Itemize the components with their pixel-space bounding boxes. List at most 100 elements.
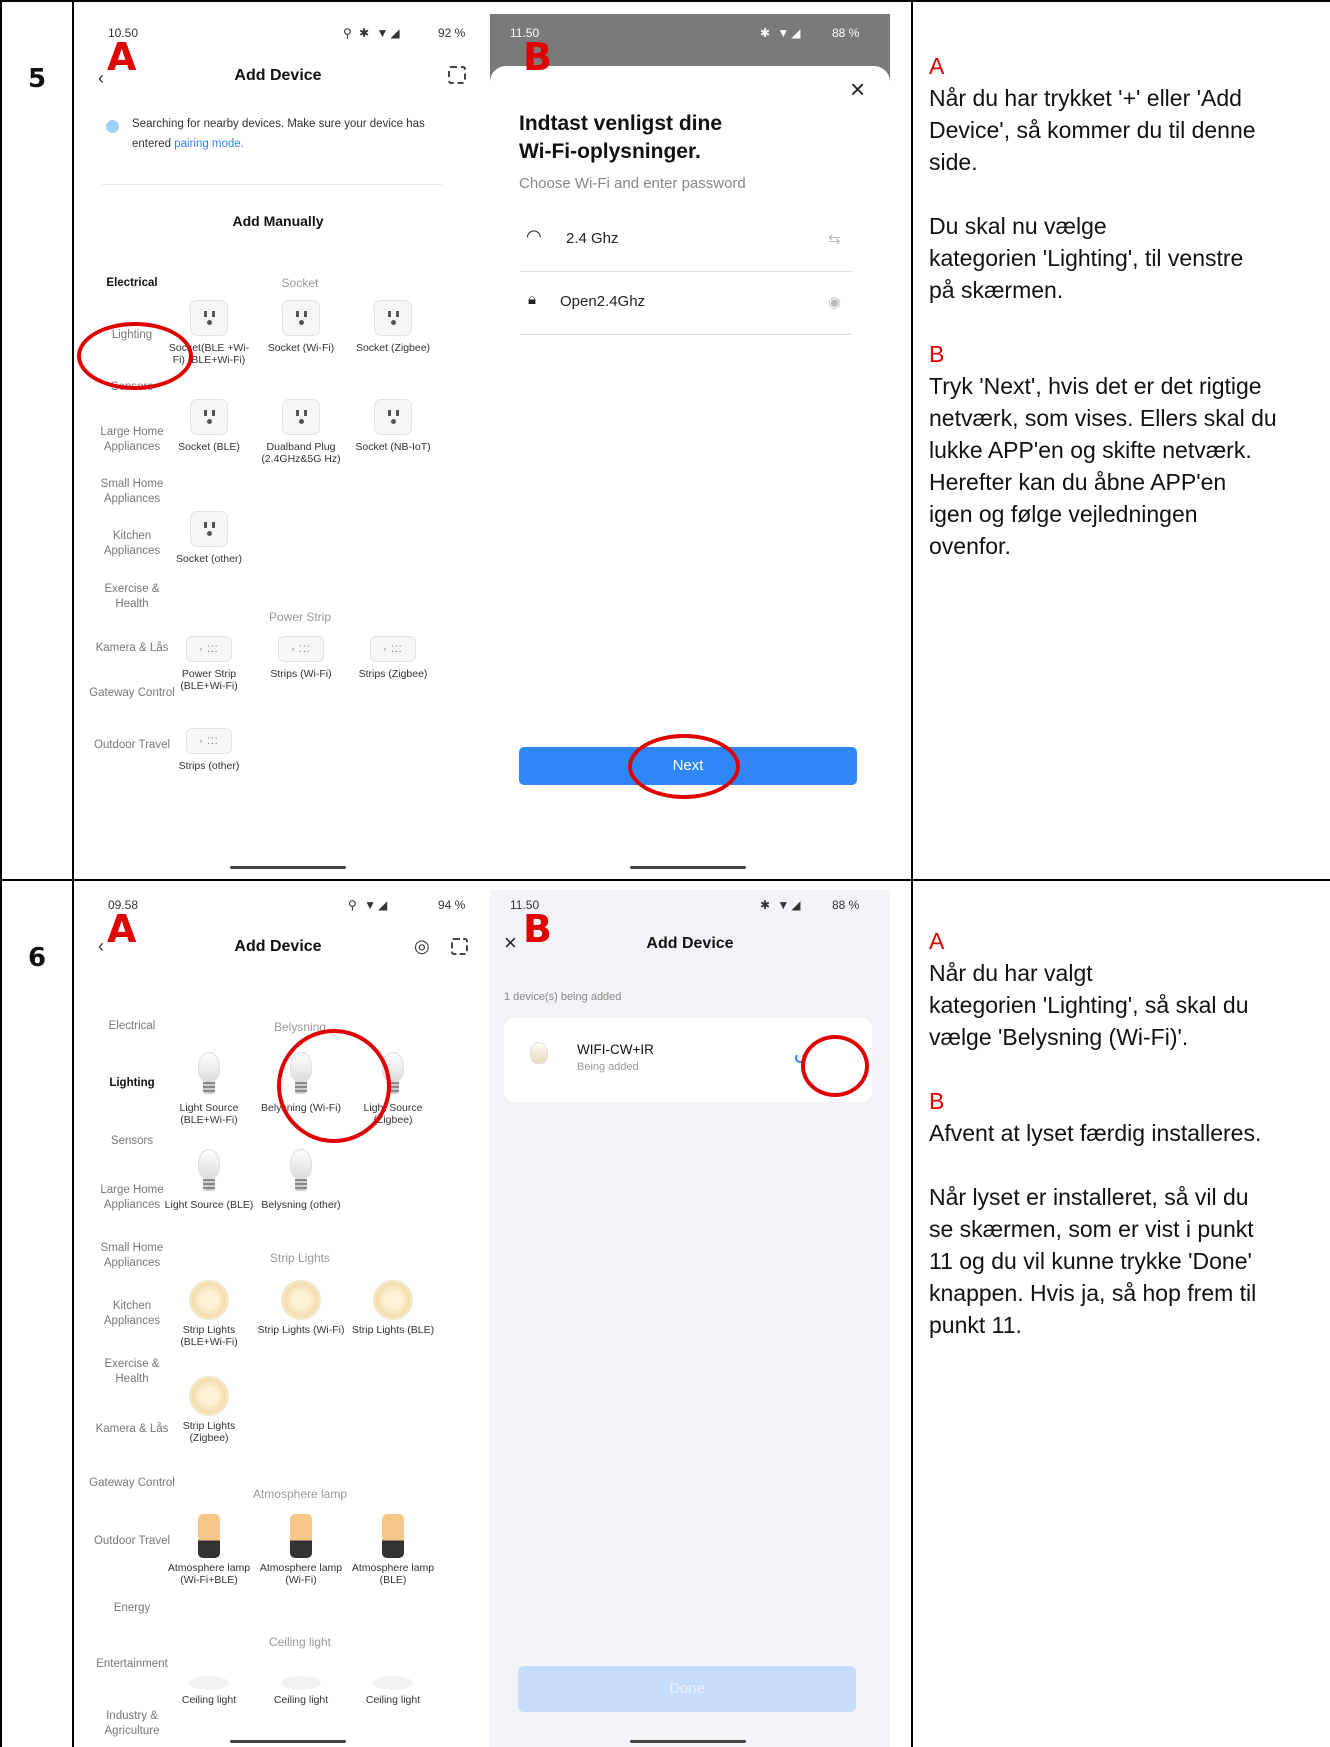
category-gateway[interactable]: Gateway Control <box>88 1476 176 1491</box>
label-a: A <box>107 35 137 79</box>
note-text: Når lyset er installeret, så vil du <box>929 1184 1249 1210</box>
home-indicator <box>230 866 346 869</box>
category-sensors[interactable]: Sensors <box>88 1134 176 1149</box>
category-kamera[interactable]: Kamera & Lås <box>88 641 176 656</box>
category-exercise[interactable]: Exercise & Health <box>88 582 176 612</box>
screenshot-add-device-lighting: 09.58 ⚲ ▼◢ 94 % ‹ Add Device ◎ Electrica… <box>88 890 488 1747</box>
category-large-home[interactable]: Large Home Appliances <box>88 1183 176 1213</box>
step-number: 6 <box>28 943 47 973</box>
device-item[interactable]: ◦ ⁚⁚⁚ Power Strip (BLE+Wi-Fi) <box>164 636 254 692</box>
status-icons: ✱ ▼◢ <box>760 26 803 40</box>
page-title: Add Device <box>234 938 322 955</box>
status-battery: 92 % <box>438 26 466 40</box>
power-strip-icon: ◦ ⁚⁚⁚ <box>370 636 416 662</box>
category-exercise[interactable]: Exercise & Health <box>88 1357 176 1387</box>
device-item[interactable]: Light Source (BLE+Wi-Fi) <box>164 1050 254 1126</box>
wifi-network-field[interactable]: ◠ 2.4 Ghz ⇆ <box>520 222 852 272</box>
switch-network-icon[interactable]: ⇆ <box>828 230 841 248</box>
device-item[interactable]: Atmosphere lamp (Wi-Fi+BLE) <box>164 1514 254 1586</box>
device-item[interactable]: ◦ ⁚⁚⁚ Strips (Zigbee) <box>348 636 438 680</box>
category-large-home[interactable]: Large Home Appliances <box>88 425 176 455</box>
adding-count: 1 device(s) being added <box>504 991 622 1003</box>
back-icon[interactable]: ‹ <box>98 936 104 957</box>
category-lighting[interactable]: Lighting <box>88 1076 176 1091</box>
device-item[interactable]: Atmosphere lamp (BLE) <box>348 1514 438 1586</box>
device-item[interactable]: Belysning (other) <box>256 1147 346 1211</box>
status-icons: ⚲ ▼◢ <box>348 898 390 912</box>
target-icon[interactable]: ◎ <box>414 936 430 957</box>
step-number: 5 <box>28 64 47 94</box>
device-item[interactable]: Strip Lights (Zigbee) <box>164 1376 254 1444</box>
light-bulb-icon <box>279 1147 323 1195</box>
category-kitchen[interactable]: Kitchen Appliances <box>88 529 176 559</box>
category-outdoor[interactable]: Outdoor Travel <box>88 1534 176 1549</box>
device-item[interactable]: Ceiling light <box>256 1658 346 1706</box>
label-b: B <box>523 35 552 79</box>
device-item[interactable]: Ceiling light <box>348 1658 438 1706</box>
wifi-network-value: 2.4 Ghz <box>566 230 619 247</box>
note-text: på skærmen. <box>929 277 1064 303</box>
device-item[interactable]: Light Source (BLE) <box>164 1147 254 1211</box>
category-kamera[interactable]: Kamera & Lås <box>88 1422 176 1437</box>
category-electrical[interactable]: Electrical <box>88 1019 176 1034</box>
device-item[interactable]: Socket (NB-IoT) <box>348 399 438 453</box>
ceiling-light-icon <box>373 1676 413 1690</box>
device-item[interactable]: Dualband Plug (2.4GHz&5G Hz) <box>256 399 346 465</box>
device-item[interactable]: ◦ ⁚⁚⁚ Strips (other) <box>164 728 254 772</box>
device-item[interactable]: Strip Lights (Wi-Fi) <box>256 1280 346 1336</box>
row5-notes: A Når du har trykket '+' eller 'Add Devi… <box>929 50 1277 562</box>
section-ceiling: Ceiling light <box>268 1635 332 1649</box>
section-socket: Socket <box>281 276 319 290</box>
note-text: lukke APP'en og skifte netværk. <box>929 437 1252 463</box>
device-item[interactable]: Strip Lights (BLE) <box>348 1280 438 1336</box>
strip-light-icon <box>189 1280 229 1320</box>
page-title: Add Device <box>234 67 322 84</box>
atmosphere-lamp-icon <box>382 1514 404 1558</box>
highlight-circle <box>628 734 740 799</box>
device-status: Being added <box>577 1061 639 1073</box>
scan-icon[interactable] <box>451 938 468 955</box>
ceiling-light-icon <box>189 1676 229 1690</box>
socket-icon <box>282 399 320 435</box>
back-icon[interactable]: ‹ <box>98 68 104 89</box>
device-item[interactable]: ◦ ⁚⁚⁚ Strips (Wi-Fi) <box>256 636 346 680</box>
password-value: Open2.4Ghz <box>560 293 646 310</box>
done-button[interactable]: Done <box>518 1666 856 1712</box>
device-item[interactable]: Socket (Wi-Fi) <box>256 300 346 354</box>
category-gateway[interactable]: Gateway Control <box>88 686 176 701</box>
section-power-strip: Power Strip <box>268 610 332 624</box>
note-text: Herefter kan du åbne APP'en <box>929 469 1227 495</box>
close-icon[interactable]: × <box>504 930 517 956</box>
device-item[interactable]: Socket (other) <box>164 511 254 565</box>
pairing-mode-link[interactable]: pairing mode. <box>174 138 244 150</box>
close-icon[interactable]: × <box>850 74 865 105</box>
page-title: Add Device <box>646 935 734 952</box>
note-label-a: A <box>929 928 945 954</box>
category-kitchen[interactable]: Kitchen Appliances <box>88 1299 176 1329</box>
category-industry[interactable]: Industry & Agriculture <box>88 1709 176 1739</box>
device-item[interactable]: Socket (BLE) <box>164 399 254 453</box>
category-small-home[interactable]: Small Home Appliances <box>88 1241 176 1271</box>
strip-light-icon <box>281 1280 321 1320</box>
home-indicator <box>630 1740 746 1743</box>
device-item[interactable]: Atmosphere lamp (Wi-Fi) <box>256 1514 346 1586</box>
socket-icon <box>374 300 412 336</box>
table-row-divider <box>0 879 1330 881</box>
section-strip-lights: Strip Lights <box>269 1251 331 1265</box>
category-electrical[interactable]: Electrical <box>88 276 176 291</box>
device-item[interactable]: Socket (Zigbee) <box>348 300 438 354</box>
show-password-icon[interactable]: ◉ <box>828 293 841 311</box>
screenshot-device-being-added: 11.50 ✱ ▼◢ 88 % × Add Device 1 device(s)… <box>490 890 890 1747</box>
category-small-home[interactable]: Small Home Appliances <box>88 477 176 507</box>
note-text: punkt 11. <box>929 1312 1022 1338</box>
device-item[interactable]: Strip Lights (BLE+Wi-Fi) <box>164 1280 254 1348</box>
password-field[interactable]: 🔒︎ Open2.4Ghz ◉ <box>520 285 852 335</box>
category-entertainment[interactable]: Entertainment <box>88 1657 176 1672</box>
status-icons: ✱ ▼◢ <box>760 898 803 912</box>
category-outdoor[interactable]: Outdoor Travel <box>88 738 176 753</box>
scan-icon[interactable] <box>448 66 466 84</box>
device-item[interactable]: Ceiling light <box>164 1658 254 1706</box>
section-atmosphere: Atmosphere lamp <box>252 1487 348 1501</box>
category-energy[interactable]: Energy <box>88 1601 176 1616</box>
wifi-heading-line2: Wi-Fi-oplysninger. <box>519 140 701 163</box>
